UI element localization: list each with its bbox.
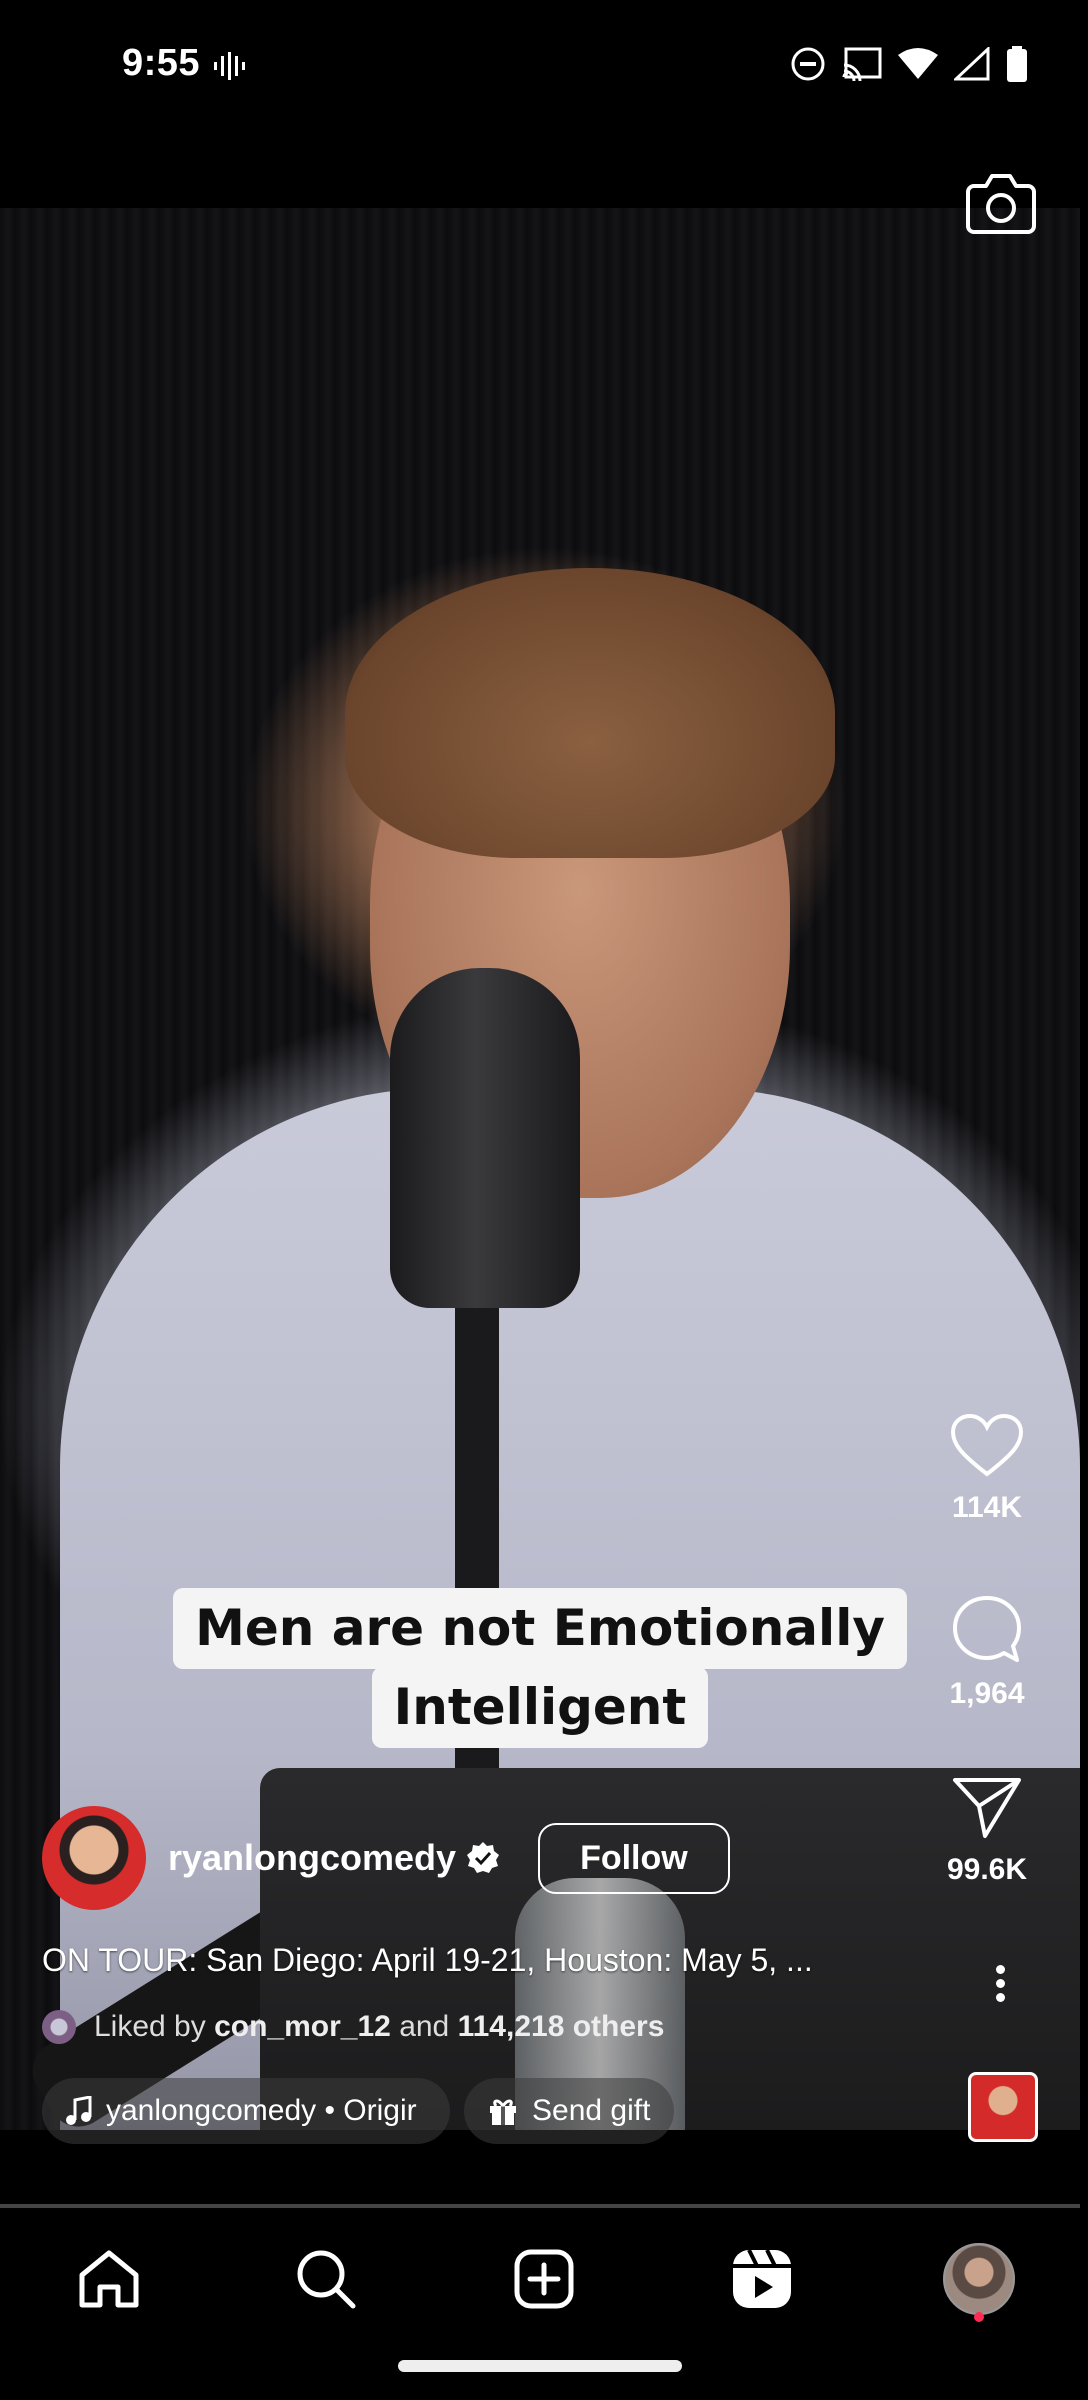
- signal-icon: [954, 47, 990, 81]
- nav-search[interactable]: [281, 2234, 371, 2324]
- nav-profile[interactable]: [934, 2234, 1024, 2324]
- audio-label: yanlongcomedy • Origir: [106, 2094, 417, 2127]
- bottom-navigation: [0, 2214, 1088, 2344]
- chip-row: yanlongcomedy • Origir Send gift: [42, 2078, 675, 2144]
- author-row: ryanlongcomedy Follow: [42, 1806, 730, 1910]
- status-time: 9:55: [122, 42, 201, 84]
- comment-count: 1,964: [949, 1677, 1025, 1710]
- reel-description[interactable]: ON TOUR: San Diego: April 19-21, Houston…: [42, 1942, 912, 1979]
- home-icon[interactable]: [78, 2249, 140, 2309]
- liked-by-user[interactable]: con_mor_12: [214, 2010, 391, 2044]
- cast-icon: [842, 47, 882, 81]
- nav-create[interactable]: [499, 2234, 589, 2324]
- verified-badge-icon: [467, 1842, 500, 1873]
- author-avatar[interactable]: [42, 1806, 146, 1910]
- audio-chip[interactable]: yanlongcomedy • Origir: [42, 2078, 450, 2144]
- dnd-icon: [791, 47, 825, 81]
- send-gift-chip[interactable]: Send gift: [464, 2078, 675, 2144]
- status-icons: [790, 46, 1028, 82]
- liked-by-avatar: [42, 2010, 76, 2044]
- share-count: 99.6K: [946, 1853, 1028, 1886]
- send-icon[interactable]: [951, 1776, 1023, 1840]
- battery-icon: [1007, 46, 1027, 82]
- author-username[interactable]: ryanlongcomedy: [168, 1837, 456, 1879]
- reels-screen: 9:55 Men are not Emotionally Intelligent: [0, 0, 1088, 2400]
- vibrate-icon: [214, 52, 246, 85]
- search-icon[interactable]: [295, 2248, 357, 2310]
- wifi-icon: [898, 48, 938, 79]
- gift-icon: [490, 2099, 516, 2125]
- comment-icon[interactable]: [951, 1594, 1023, 1664]
- share-action[interactable]: 99.6K: [922, 1776, 1052, 1887]
- more-options-icon[interactable]: [987, 1960, 1013, 2007]
- create-icon[interactable]: [513, 2248, 575, 2310]
- microphone: [390, 968, 580, 1308]
- liked-by-others[interactable]: 114,218 others: [458, 2010, 665, 2044]
- nav-home[interactable]: [64, 2234, 154, 2324]
- liked-by-row[interactable]: Liked by con_mor_12 and 114,218 others: [42, 2010, 664, 2044]
- video-subject-hair: [345, 568, 835, 858]
- status-bar: 9:55: [0, 0, 1088, 130]
- reels-icon[interactable]: [731, 2248, 793, 2310]
- like-action[interactable]: 114K: [922, 1413, 1052, 1525]
- caption-line-1: Men are not Emotionally: [173, 1588, 907, 1669]
- liked-by-middle: and: [399, 2010, 450, 2043]
- follow-button[interactable]: Follow: [538, 1822, 730, 1894]
- profile-avatar[interactable]: [943, 2243, 1016, 2315]
- home-indicator[interactable]: [398, 2360, 682, 2372]
- caption-line-2: Intelligent: [371, 1667, 709, 1748]
- music-note-icon: [66, 2096, 92, 2125]
- heart-icon[interactable]: [950, 1413, 1024, 1478]
- audio-thumbnail[interactable]: [968, 2072, 1038, 2142]
- video-caption: Men are not Emotionally Intelligent: [0, 1588, 1080, 1748]
- like-count: 114K: [951, 1491, 1023, 1524]
- comment-action[interactable]: 1,964: [922, 1594, 1052, 1711]
- notification-dot: [974, 2312, 985, 2322]
- camera-icon[interactable]: [966, 172, 1036, 234]
- send-gift-label: Send gift: [532, 2094, 651, 2127]
- video-progress-bar[interactable]: [0, 2204, 1080, 2208]
- nav-reels[interactable]: [717, 2234, 807, 2324]
- liked-by-prefix: Liked by: [94, 2010, 206, 2043]
